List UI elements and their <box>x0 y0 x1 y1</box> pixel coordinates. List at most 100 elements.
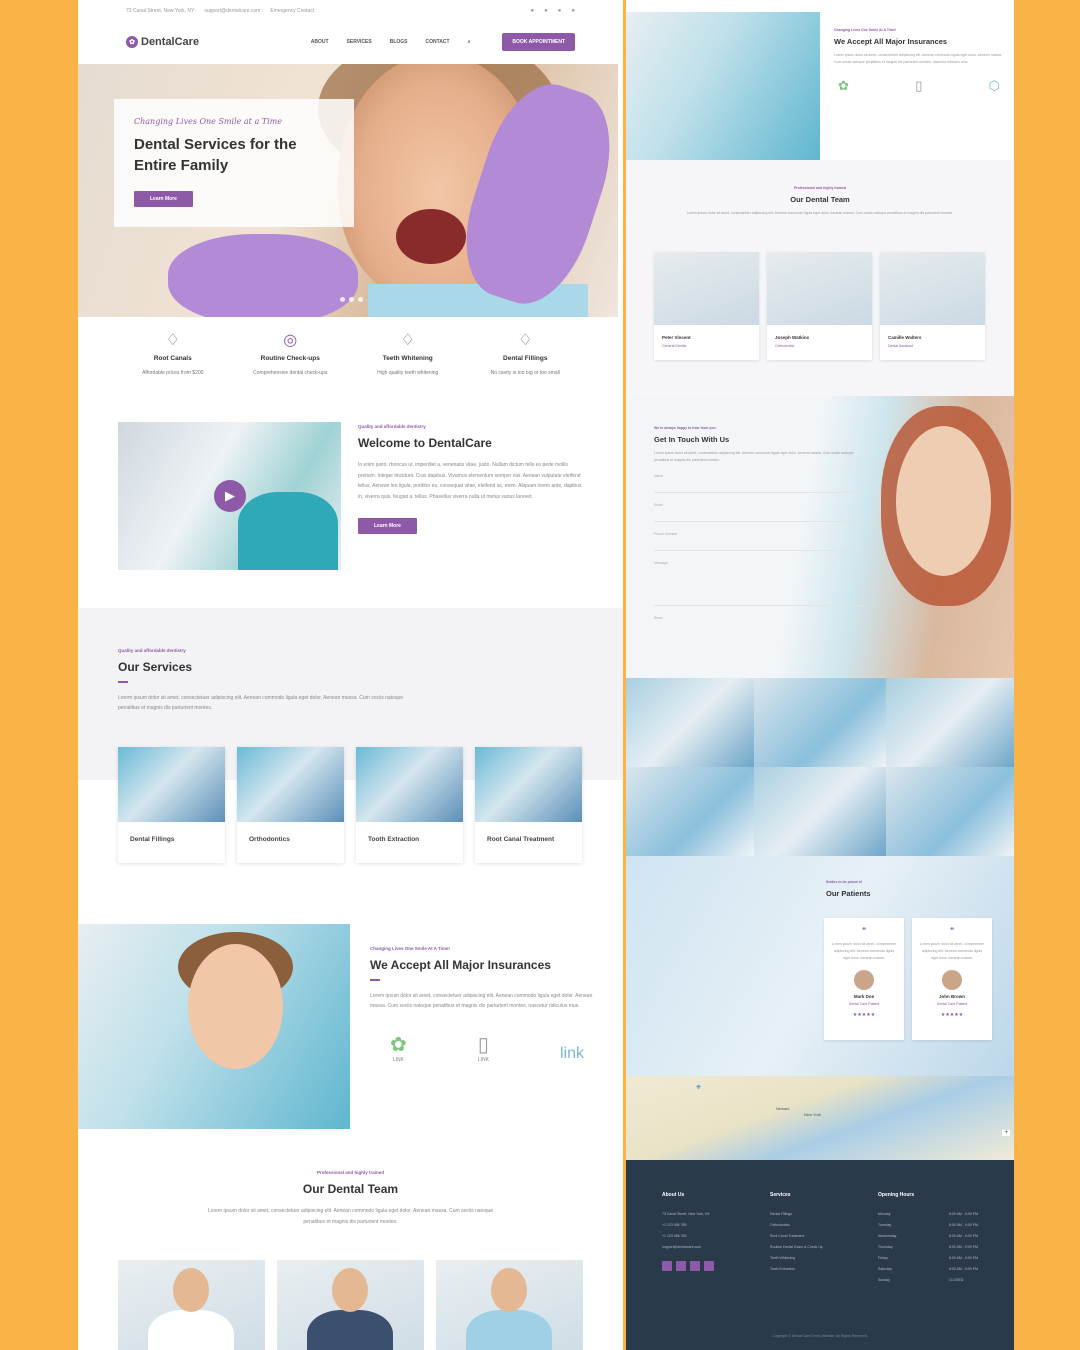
team-photos <box>118 1260 583 1350</box>
testimonial-card: ❝ Lorem ipsum dolor sit amet, consectetue… <box>824 918 904 1040</box>
testimonial-card: ❝ Lorem ipsum dolor sit amet, consectetue… <box>912 918 992 1040</box>
footer-link[interactable]: Routine Dental Exam & Check Up <box>770 1245 823 1249</box>
quote-icon: ❝ <box>861 926 867 935</box>
footer-link[interactable]: Root Canal Treatment <box>770 1234 823 1238</box>
phone-link[interactable]: Emergency Contact <box>270 8 314 14</box>
feature-item: ♢ Teeth Whitening High quality teeth white… <box>349 330 467 376</box>
welcome-title: Welcome to DentalCare <box>358 436 492 450</box>
linkedin-icon[interactable]: ● <box>571 8 575 14</box>
page-screenshot-left: 73 Canal Street, New York, NY support@de… <box>78 0 623 1350</box>
team-header: Professional and highly trained Our Dent… <box>78 1170 623 1227</box>
map-pin-icon[interactable]: ⌖ <box>696 1082 701 1093</box>
play-icon[interactable]: ▶ <box>214 480 246 512</box>
nav-services[interactable]: SERVICES <box>347 39 372 45</box>
hexagon-logo-icon: link <box>559 1044 584 1062</box>
insurance-logo: ✿ LINK <box>390 1033 407 1063</box>
filling-icon: ♢ <box>518 332 533 349</box>
team-card[interactable]: Peter Vincent General Dentist <box>654 252 759 360</box>
gallery-photo[interactable] <box>754 678 886 767</box>
service-card[interactable]: Root Canal Treatment <box>475 747 582 863</box>
hero-image-glove <box>168 234 358 317</box>
team-photo[interactable] <box>436 1260 583 1350</box>
gallery-photo[interactable] <box>886 678 1014 767</box>
book-appointment-button[interactable]: BOOK APPOINTMENT <box>502 33 575 51</box>
team-photo[interactable] <box>277 1260 424 1350</box>
avatar <box>854 970 874 990</box>
hexagon-logo-icon: ⬡ <box>988 78 1000 93</box>
contact-title: Get In Touch With Us <box>654 435 730 444</box>
phone-field[interactable]: Phone Number <box>654 522 864 551</box>
welcome-learn-more-button[interactable]: Learn More <box>358 518 417 534</box>
patients-title: Our Patients <box>826 889 871 898</box>
instagram-icon[interactable]: ● <box>558 8 562 14</box>
services-header: Quality and affordable dentistry Our Ser… <box>118 648 418 714</box>
hero-slider: Changing Lives One Smile at a Time Denta… <box>78 64 618 317</box>
team-photo[interactable] <box>118 1260 265 1350</box>
nav-about[interactable]: ABOUT <box>311 39 329 45</box>
welcome-section: Quality and affordable dentistry Welcome… <box>358 424 583 534</box>
service-card[interactable]: Tooth Extraction <box>356 747 463 863</box>
hero-learn-more-button[interactable]: Learn More <box>134 191 193 207</box>
team-title: Our Dental Team <box>302 1182 399 1196</box>
welcome-text: In enim justo, rhoncus ut, imperdiet a, … <box>358 462 582 500</box>
tooth-icon: ✿ <box>126 36 138 48</box>
top-bar: 73 Canal Street, New York, NY support@de… <box>78 0 623 22</box>
gallery-photo[interactable] <box>754 767 886 856</box>
main-nav: ✿ DentalCare ABOUT SERVICES BLOGS CONTACT… <box>78 22 623 62</box>
insurance-eyebrow: Changing Lives One Smile At A Time! <box>370 946 450 951</box>
hero-title: Dental Services for the Entire Family <box>134 136 297 174</box>
footer-link[interactable]: Teeth Whitening <box>770 1256 823 1260</box>
footer-link[interactable]: Dental Fillings <box>770 1212 823 1216</box>
insurance-logo: link <box>560 1045 584 1063</box>
gallery-photo[interactable] <box>626 678 754 767</box>
map-label: New York <box>804 1112 821 1117</box>
message-field[interactable]: Message <box>654 551 864 606</box>
send-button[interactable]: Send <box>654 606 864 634</box>
feature-item: ♢ Dental Fillings No cavity is too big or … <box>467 330 585 376</box>
logo[interactable]: ✿ DentalCare <box>126 36 199 48</box>
facebook-icon[interactable]: ● <box>531 8 535 14</box>
hero-card: Changing Lives One Smile at a Time Denta… <box>114 99 354 227</box>
location-map[interactable]: New York Newark ⌖ + <box>626 1076 1014 1160</box>
search-icon[interactable]: ⌕ <box>468 39 471 45</box>
welcome-video: ▶ <box>118 422 341 570</box>
service-card[interactable]: Dental Fillings <box>118 747 225 863</box>
tooth-icon: ♢ <box>165 332 180 349</box>
email-field[interactable]: Email <box>654 493 864 522</box>
brand-name: DentalCare <box>141 36 200 48</box>
phone-logo-icon: ▯ <box>477 1033 489 1056</box>
insurance-section-mini: Changing Lives One Smile At A Time! We A… <box>626 12 1014 160</box>
copyright: Copyright © Dental Care Demo Website. Al… <box>772 1334 868 1338</box>
team-card[interactable]: Joseph Watkins Orthodontist <box>767 252 872 360</box>
checkup-icon: ◎ <box>283 332 298 349</box>
nav-blogs[interactable]: BLOGS <box>390 39 408 45</box>
footer-link[interactable]: Orthodontics <box>770 1223 823 1227</box>
team-card[interactable]: Camille Walters Dental Assistant <box>880 252 985 360</box>
gallery-photo[interactable] <box>886 767 1014 856</box>
linkedin-icon[interactable] <box>704 1261 714 1271</box>
facebook-icon[interactable] <box>662 1261 672 1271</box>
features-row: ♢ Root Canals Affordable prices from $200 … <box>114 330 584 376</box>
services-text: Lorem ipsum dolor sit amet, consectetuer… <box>118 694 404 712</box>
address-text: 73 Canal Street, New York, NY <box>126 8 195 14</box>
welcome-eyebrow: Quality and affordable dentistry <box>358 424 426 429</box>
hero-image-mouth <box>396 209 466 264</box>
gallery-photo[interactable] <box>626 767 754 856</box>
footer-link[interactable]: Tooth Extraction <box>770 1267 823 1271</box>
feature-item: ◎ Routine Check-ups Comprehensive dental c… <box>232 330 350 376</box>
insurance-section: Changing Lives One Smile At A Time! We A… <box>370 946 602 1063</box>
avatar <box>942 970 962 990</box>
email-link[interactable]: support@dentalcare.com <box>204 8 260 14</box>
photo-gallery <box>626 678 1014 856</box>
service-card[interactable]: Orthodontics <box>237 747 344 863</box>
feature-item: ♢ Root Canals Affordable prices from $200 <box>114 330 232 376</box>
nav-contact[interactable]: CONTACT <box>426 39 450 45</box>
twitter-icon[interactable] <box>676 1261 686 1271</box>
insurance-logo: ▯ LINK <box>477 1033 489 1063</box>
slider-dots[interactable] <box>340 297 363 302</box>
leaf-logo-icon: ✿ <box>838 78 849 93</box>
twitter-icon[interactable]: ● <box>544 8 548 14</box>
zoom-in-icon[interactable]: + <box>1002 1130 1010 1136</box>
instagram-icon[interactable] <box>690 1261 700 1271</box>
name-field[interactable]: Name <box>654 464 864 493</box>
